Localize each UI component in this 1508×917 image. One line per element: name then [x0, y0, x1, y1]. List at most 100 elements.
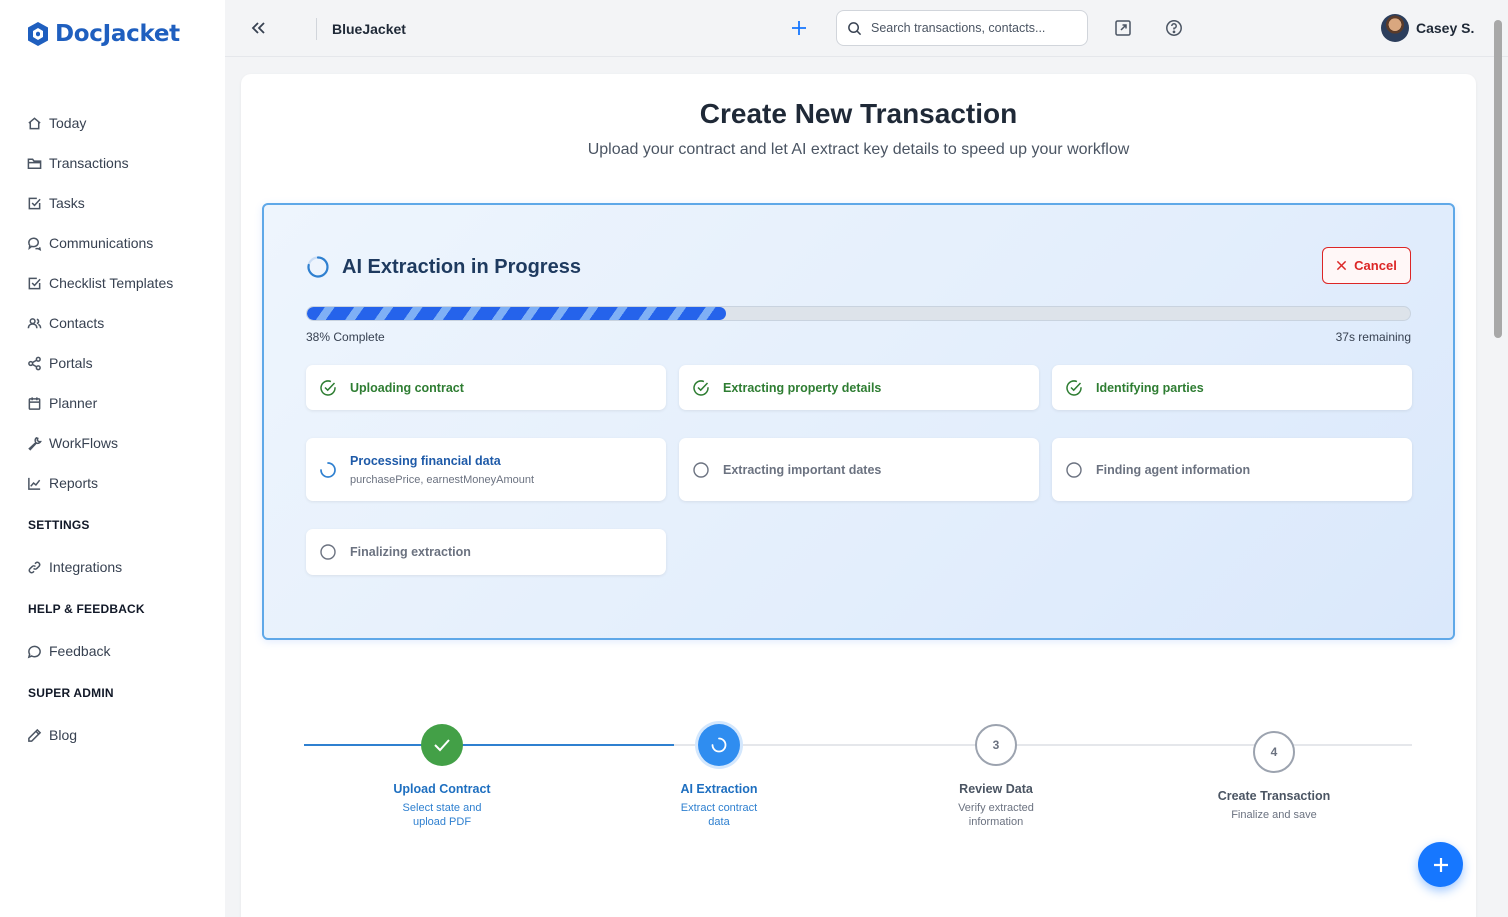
sidebar-item-label: Blog	[49, 727, 78, 743]
stepper-circle-4[interactable]: 4	[1253, 731, 1295, 773]
check-circle-icon	[320, 379, 336, 396]
page-title: Create New Transaction	[699, 98, 1018, 129]
stepper-line-remaining	[674, 744, 1412, 746]
sidebar-item-workflows[interactable]: WorkFlows	[27, 433, 118, 453]
step-card-uploading-contract: Uploading contract	[306, 365, 666, 410]
sidebar-item-label: Planner	[49, 395, 98, 411]
sidebar-item-today[interactable]: Today	[27, 113, 86, 133]
sidebar-item-label: Feedback	[49, 643, 111, 659]
help-heading: HELP & FEEDBACK	[28, 602, 145, 616]
step-card-extracting-dates: Extracting important dates	[679, 438, 1039, 501]
calendar-icon	[28, 396, 41, 410]
avatar[interactable]	[1381, 14, 1409, 42]
sidebar-item-label: Integrations	[49, 559, 123, 575]
stepper-desc-2: Extract contract data	[680, 802, 758, 828]
org-name[interactable]: BlueJacket	[332, 21, 406, 37]
check-circle-icon	[693, 379, 709, 396]
spinner-icon	[320, 461, 336, 478]
cancel-button[interactable]: Cancel	[1322, 247, 1411, 284]
search-input[interactable]	[871, 21, 1071, 35]
link-icon	[28, 561, 41, 573]
stepper-desc-1: Select state and upload PDF	[402, 802, 482, 828]
topbar-divider	[316, 18, 317, 40]
step-card-finalizing: Finalizing extraction	[306, 529, 666, 575]
user-name[interactable]: Casey S.	[1416, 20, 1474, 36]
sidebar-item-reports[interactable]: Reports	[27, 473, 98, 493]
circle-icon	[693, 461, 709, 478]
step-label: Finding agent information	[1096, 462, 1251, 477]
help-button[interactable]	[1163, 17, 1185, 39]
stepper-circle-1[interactable]	[421, 724, 463, 766]
logo-icon	[28, 22, 48, 46]
sidebar-item-label: Communications	[49, 235, 154, 251]
step-text: Processing financial data purchasePrice,…	[350, 454, 534, 486]
step-label: Finalizing extraction	[350, 545, 471, 559]
sidebar-item-label: WorkFlows	[49, 435, 118, 451]
search-icon	[848, 21, 862, 35]
progress-bar	[306, 306, 1411, 321]
message-icon	[27, 645, 41, 658]
sidebar-item-communications[interactable]: Communications	[27, 233, 153, 253]
sidebar-item-portals[interactable]: Portals	[27, 353, 93, 373]
external-link-button[interactable]	[1112, 17, 1134, 39]
stepper-circle-3[interactable]: 3	[975, 724, 1017, 766]
wrench-icon	[28, 436, 42, 451]
page-subtitle: Upload your contract and let AI extract …	[587, 141, 1130, 158]
stepper-number: 4	[1270, 745, 1278, 759]
search-box[interactable]	[836, 10, 1088, 46]
create-transaction-card: Create New Transaction Upload your contr…	[241, 74, 1476, 917]
sidebar-item-tasks[interactable]: Tasks	[27, 193, 85, 213]
step-card-identifying-parties: Identifying parties	[1052, 365, 1412, 410]
step-label: Extracting property details	[723, 380, 882, 395]
stepper-circle-2[interactable]	[698, 724, 740, 766]
quick-add-button[interactable]	[787, 16, 811, 40]
home-icon	[28, 116, 41, 129]
cancel-label: Cancel	[1354, 258, 1397, 273]
sidebar-item-contacts[interactable]: Contacts	[27, 313, 104, 333]
sidebar-item-checklist-templates[interactable]: Checklist Templates	[27, 273, 173, 293]
step-detail: purchasePrice, earnestMoneyAmount	[350, 473, 535, 486]
sidebar-item-transactions[interactable]: Transactions	[27, 153, 129, 173]
stepper-title-2: AI Extraction	[680, 782, 758, 796]
sidebar-item-label: Checklist Templates	[49, 275, 174, 291]
step-card-finding-agent: Finding agent information	[1052, 438, 1412, 501]
sidebar-item-label: Contacts	[49, 315, 105, 331]
step-label: Processing financial data	[350, 453, 501, 468]
help-circle-icon	[1166, 20, 1182, 36]
sidebar-item-label: Portals	[49, 355, 93, 371]
collapse-sidebar-button[interactable]	[247, 17, 269, 39]
stepper-desc-4: Finalize and save	[1231, 809, 1317, 821]
admin-heading: SUPER ADMIN	[28, 686, 114, 700]
sidebar-item-blog[interactable]: Blog	[27, 725, 77, 745]
share-icon	[28, 356, 41, 370]
stepper-line-complete	[304, 744, 674, 746]
sidebar-item-planner[interactable]: Planner	[27, 393, 97, 413]
stepper-number: 3	[992, 738, 1000, 752]
checkbox-icon	[28, 197, 41, 209]
sidebar-item-label: Transactions	[49, 155, 129, 171]
sidebar-item-feedback[interactable]: Feedback	[27, 641, 110, 661]
logo[interactable]: DocJacket	[27, 21, 180, 47]
plus-icon	[792, 21, 806, 35]
chevrons-left-icon	[251, 22, 265, 34]
stepper-title-3: Review Data	[959, 782, 1033, 796]
plus-icon	[1433, 857, 1448, 872]
step-card-processing-financial: Processing financial data purchasePrice,…	[306, 438, 666, 501]
sidebar-item-label: Today	[49, 115, 87, 131]
external-link-icon	[1115, 20, 1131, 36]
extraction-title: AI Extraction in Progress	[342, 255, 581, 278]
folder-icon	[27, 158, 42, 169]
floating-add-button[interactable]	[1418, 842, 1463, 887]
step-label: Identifying parties	[1096, 380, 1204, 395]
page-scrollbar[interactable]	[1494, 20, 1502, 338]
extraction-panel: AI Extraction in Progress Cancel 38% Com…	[262, 203, 1455, 640]
extraction-header: AI Extraction in Progress	[306, 255, 581, 279]
step-label: Uploading contract	[350, 380, 464, 395]
users-icon	[27, 317, 42, 328]
check-circle-icon	[1066, 379, 1082, 396]
stepper-title-4: Create Transaction	[1217, 789, 1331, 803]
sidebar-item-integrations[interactable]: Integrations	[27, 557, 122, 577]
chat-icon	[28, 237, 42, 251]
stepper-title-1: Upload Contract	[393, 782, 491, 796]
checkbox-icon	[28, 277, 41, 289]
